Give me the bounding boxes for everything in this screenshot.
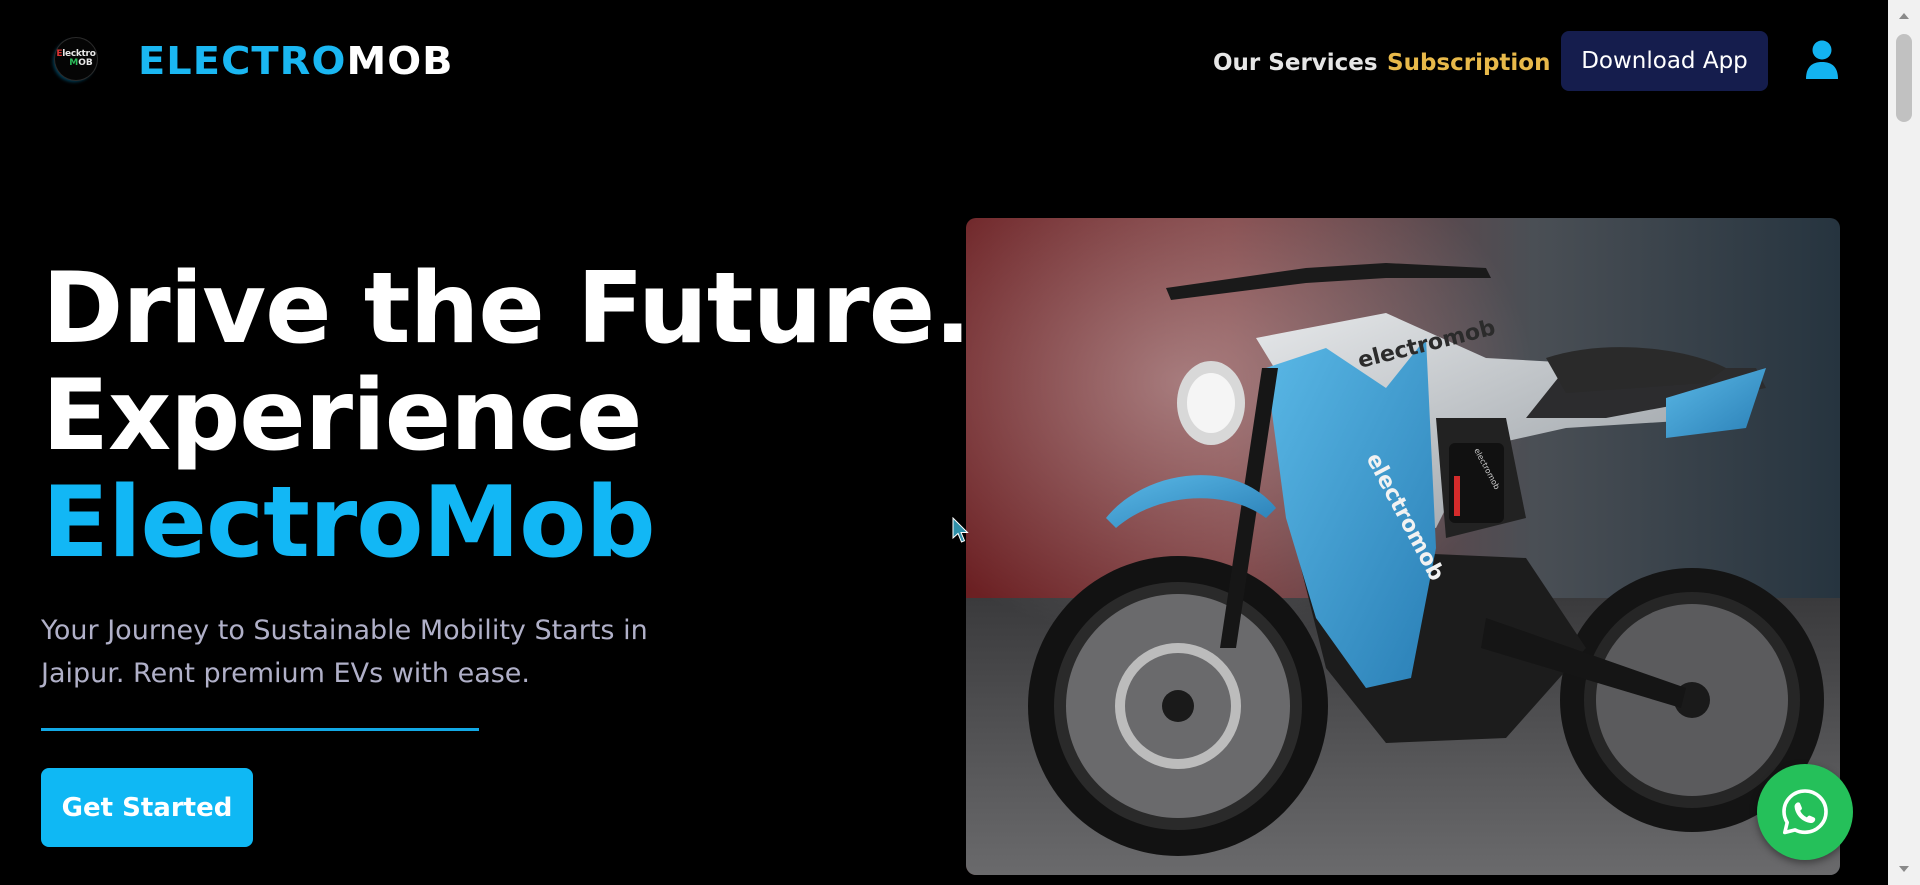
brand-wordmark[interactable]: ELECTROMOB <box>138 38 454 84</box>
download-app-button[interactable]: Download App <box>1561 31 1768 91</box>
whatsapp-button[interactable] <box>1757 764 1853 860</box>
get-started-button[interactable]: Get Started <box>41 768 253 847</box>
logo-badge-line2: MOB <box>69 58 93 68</box>
front-wheel <box>1028 556 1328 856</box>
nav-our-services[interactable]: Our Services <box>1213 48 1378 78</box>
motorcycle-illustration: electromob electromob electromob <box>966 218 1840 875</box>
user-icon-glyph <box>1806 40 1838 79</box>
hero-motorcycle-image: electromob electromob electromob <box>966 218 1840 875</box>
navbar: Elecktro MOB ELECTROMOB Our Services Sub… <box>0 0 1888 122</box>
hero-title-line1: Drive the Future. <box>42 252 971 366</box>
scroll-down-arrow-icon[interactable] <box>1888 853 1920 885</box>
page: Elecktro MOB ELECTROMOB Our Services Sub… <box>0 0 1888 885</box>
hero-title-brand: ElectroMob <box>42 466 656 580</box>
vertical-scrollbar[interactable] <box>1888 0 1920 885</box>
hero-title: Drive the Future. Experience ElectroMob <box>42 252 971 580</box>
brand-part-electro: ELECTRO <box>138 39 347 83</box>
hero-title-line2: Experience <box>42 359 643 473</box>
hero-divider <box>41 728 479 731</box>
logo-badge[interactable]: Elecktro MOB <box>55 38 97 80</box>
scroll-down-glyph <box>1899 866 1909 872</box>
user-icon[interactable] <box>1805 40 1839 80</box>
nav-subscription[interactable]: Subscription <box>1387 48 1550 78</box>
scroll-up-glyph <box>1899 13 1909 19</box>
hero-subtitle: Your Journey to Sustainable Mobility Sta… <box>41 615 648 689</box>
scroll-up-arrow-icon[interactable] <box>1888 0 1920 32</box>
whatsapp-icon <box>1782 789 1828 835</box>
scroll-thumb[interactable] <box>1896 34 1912 122</box>
brand-part-mob: MOB <box>346 39 454 83</box>
